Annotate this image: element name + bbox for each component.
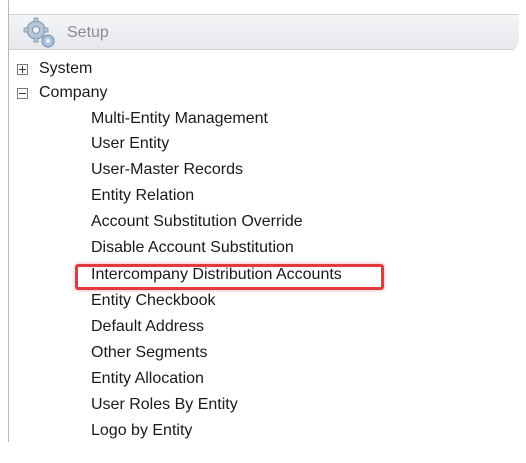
highlight-box [75,264,384,290]
setup-panel-inner: Setup System Company Multi-Entity Manage… [8,0,519,448]
tree-item-disable-account-substitution[interactable]: Disable Account Substitution [91,237,294,259]
setup-panel: Setup System Company Multi-Entity Manage… [0,0,526,448]
tree-node-label: Company [39,84,108,101]
tree-item-logo-by-entity[interactable]: Logo by Entity [91,420,192,442]
tree-item-user-roles-by-entity[interactable]: User Roles By Entity [91,394,238,416]
tree-item-multi-entity-management[interactable]: Multi-Entity Management [91,108,268,130]
tree-node-system[interactable]: System [9,58,309,80]
gear-icon [23,17,55,48]
tree-item-entity-allocation[interactable]: Entity Allocation [91,368,204,390]
tree-node-label: System [39,60,93,77]
tree-item-default-address[interactable]: Default Address [91,316,204,338]
tree-item-entity-checkbook[interactable]: Entity Checkbook [91,290,216,312]
tree-item-other-segments[interactable]: Other Segments [91,342,208,364]
tree-item-user-entity[interactable]: User Entity [91,133,169,155]
expand-icon[interactable] [17,64,28,75]
tree-node-company[interactable]: Company [9,82,309,104]
collapse-icon[interactable] [17,88,28,99]
tree-item-entity-relation[interactable]: Entity Relation [91,185,194,207]
header-title: Setup [67,24,109,41]
tree-item-user-master-records[interactable]: User-Master Records [91,159,243,181]
tree-item-account-substitution-override[interactable]: Account Substitution Override [91,211,303,233]
setup-header: Setup [9,14,519,50]
